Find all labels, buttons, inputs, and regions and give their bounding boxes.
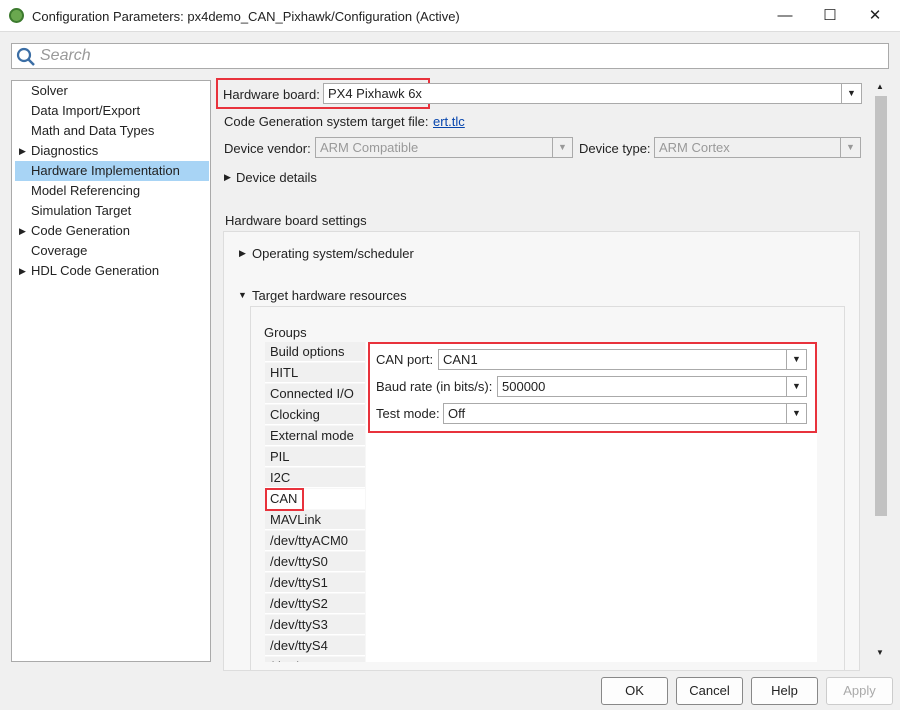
target-resources-toggle[interactable]: Target hardware resources <box>252 288 407 303</box>
tree-item-label: Data Import/Export <box>31 103 141 118</box>
ok-button[interactable]: OK <box>601 677 668 705</box>
chevron-down-icon: ▼ <box>786 404 806 423</box>
baud-rate-value: 500000 <box>502 379 546 394</box>
maximize-button[interactable]: ☐ <box>810 4 850 28</box>
tree-item-label: Diagnostics <box>31 143 99 158</box>
group-item[interactable]: Clocking <box>265 405 365 425</box>
group-item[interactable]: Connected I/O <box>265 384 365 404</box>
expand-arrow-icon[interactable]: ▶ <box>19 261 26 281</box>
group-item[interactable]: /dev/ttyS5 <box>265 657 365 662</box>
tree-item-label: Math and Data Types <box>31 123 155 138</box>
group-item[interactable]: Build options <box>265 342 365 362</box>
close-button[interactable]: ✕ <box>855 4 895 28</box>
group-item[interactable]: /dev/ttyS1 <box>265 573 365 593</box>
baud-rate-label: Baud rate (in bits/s): <box>376 379 493 394</box>
chevron-down-icon: ▼ <box>552 138 572 157</box>
baud-rate-dropdown[interactable]: 500000 ▼ <box>497 376 807 397</box>
group-item[interactable]: /dev/ttyACM0 <box>265 531 365 551</box>
collapse-arrow-icon[interactable]: ▼ <box>238 290 247 300</box>
expand-arrow-icon[interactable]: ▶ <box>19 221 26 241</box>
expand-arrow-icon[interactable]: ▶ <box>239 248 246 259</box>
group-item[interactable]: MAVLink <box>265 510 365 530</box>
os-scheduler-toggle[interactable]: Operating system/scheduler <box>252 246 414 261</box>
chevron-down-icon: ▼ <box>786 377 806 396</box>
can-port-label: CAN port: <box>376 352 434 367</box>
can-port-value: CAN1 <box>443 352 478 367</box>
group-item[interactable]: /dev/ttyS0 <box>265 552 365 572</box>
minimize-button[interactable]: — <box>765 4 805 28</box>
tree-item[interactable]: Model Referencing <box>15 181 209 201</box>
target-file-label: Code Generation system target file: <box>224 114 429 129</box>
group-item[interactable]: I2C <box>265 468 365 488</box>
device-type-dropdown: ARM Cortex ▼ <box>654 137 861 158</box>
tree-item-label: Hardware Implementation <box>31 163 180 178</box>
can-highlight <box>265 488 304 511</box>
tree-item[interactable]: Math and Data Types <box>15 121 209 141</box>
tree-item-label: Coverage <box>31 243 88 258</box>
search-placeholder: Search <box>40 47 91 64</box>
expand-arrow-icon[interactable]: ▶ <box>224 172 231 183</box>
test-mode-dropdown[interactable]: Off ▼ <box>443 403 807 424</box>
target-file-link[interactable]: ert.tlc <box>433 114 465 129</box>
tree-item[interactable]: ▶ Code Generation <box>15 221 209 241</box>
help-button[interactable]: Help <box>751 677 818 705</box>
vertical-scrollbar[interactable]: ▲ ▼ <box>873 80 889 662</box>
device-vendor-value: ARM Compatible <box>320 140 419 155</box>
can-port-dropdown[interactable]: CAN1 ▼ <box>438 349 807 370</box>
gear-app-icon <box>9 8 24 23</box>
search-icon <box>16 47 35 66</box>
group-item[interactable]: External mode <box>265 426 365 446</box>
device-details-toggle[interactable]: Device details <box>236 170 317 185</box>
hardware-board-dropdown[interactable]: PX4 Pixhawk 6x ▼ <box>323 83 862 104</box>
device-type-value: ARM Cortex <box>659 140 730 155</box>
tree-item-label: Model Referencing <box>31 183 141 198</box>
device-vendor-dropdown: ARM Compatible ▼ <box>315 137 573 158</box>
test-mode-label: Test mode: <box>376 406 440 421</box>
expand-arrow-icon[interactable]: ▶ <box>19 141 26 161</box>
apply-button[interactable]: Apply <box>826 677 893 705</box>
group-item[interactable]: /dev/ttyS3 <box>265 615 365 635</box>
cancel-button[interactable]: Cancel <box>676 677 743 705</box>
tree-item[interactable]: ▶ Diagnostics <box>15 141 209 161</box>
test-mode-value: Off <box>448 406 466 421</box>
group-item[interactable]: /dev/ttyS4 <box>265 636 365 656</box>
tree-item-label: HDL Code Generation <box>31 263 160 278</box>
tree-item-label: Code Generation <box>31 223 131 238</box>
scroll-down-icon[interactable]: ▼ <box>876 648 884 657</box>
tree-item[interactable]: Solver <box>15 81 209 101</box>
group-item[interactable]: PIL <box>265 447 365 467</box>
chevron-down-icon: ▼ <box>840 138 860 157</box>
title-bar: Configuration Parameters: px4demo_CAN_Pi… <box>0 0 900 32</box>
device-vendor-label: Device vendor: <box>224 141 311 156</box>
tree-item[interactable]: ▶ HDL Code Generation <box>15 261 209 281</box>
board-settings-heading: Hardware board settings <box>225 213 367 228</box>
hardware-board-value: PX4 Pixhawk 6x <box>328 86 422 101</box>
chevron-down-icon: ▼ <box>841 84 861 103</box>
hardware-board-label: Hardware board: <box>223 87 320 102</box>
search-input[interactable]: Search <box>11 43 889 69</box>
tree-item[interactable]: Hardware Implementation <box>15 161 209 181</box>
tree-item[interactable]: Coverage <box>15 241 209 261</box>
window-title: Configuration Parameters: px4demo_CAN_Pi… <box>32 9 460 24</box>
device-type-label: Device type: <box>579 141 651 156</box>
groups-label: Groups <box>264 325 307 340</box>
group-item[interactable]: HITL <box>265 363 365 383</box>
tree-item[interactable]: Simulation Target <box>15 201 209 221</box>
tree-item-label: Solver <box>31 83 68 98</box>
scroll-up-icon[interactable]: ▲ <box>876 82 884 91</box>
tree-item[interactable]: Data Import/Export <box>15 101 209 121</box>
group-item[interactable]: /dev/ttyS2 <box>265 594 365 614</box>
chevron-down-icon: ▼ <box>786 350 806 369</box>
tree-item-label: Simulation Target <box>31 203 132 218</box>
scrollbar-thumb[interactable] <box>875 96 887 516</box>
category-tree: Solver Data Import/Export Math and Data Ty… <box>11 80 211 662</box>
